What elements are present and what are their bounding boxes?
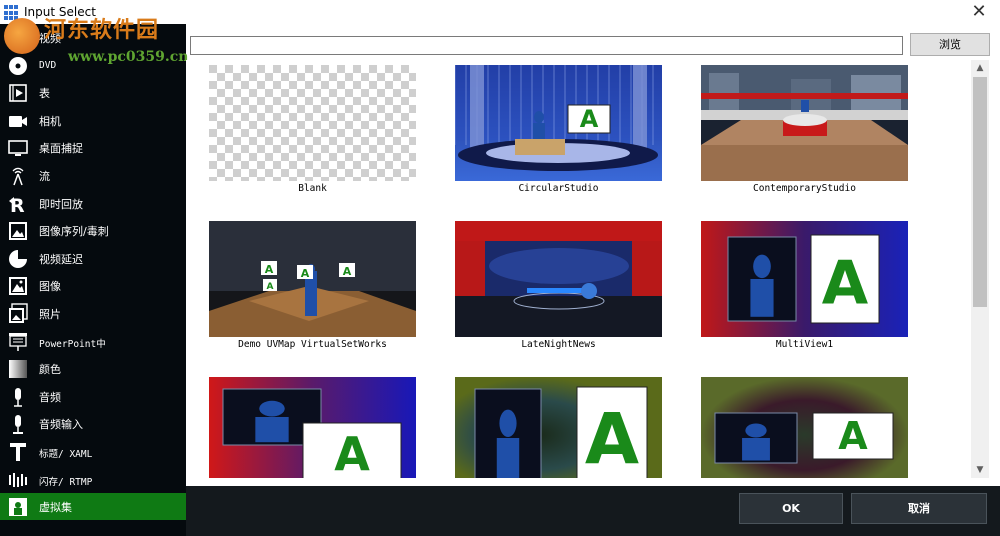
sidebar-item-label: PowerPoint中 bbox=[39, 338, 106, 350]
sidebar-item[interactable]: 图像 bbox=[0, 272, 186, 299]
microphone-input-icon bbox=[7, 413, 29, 435]
sidebar-item-label: 视频延迟 bbox=[39, 252, 83, 266]
sidebar-item-label: DVD bbox=[39, 59, 57, 71]
photos-icon bbox=[7, 303, 29, 325]
ok-button[interactable]: OK bbox=[739, 493, 843, 524]
dialog-footer: OK 取消 bbox=[186, 486, 1000, 536]
sidebar-item-label: 颜色 bbox=[39, 363, 61, 377]
virtual-set-label: Blank bbox=[298, 183, 327, 194]
svg-text:A: A bbox=[838, 414, 868, 458]
dvd-icon bbox=[7, 55, 29, 77]
svg-text:A: A bbox=[301, 267, 310, 280]
sidebar-item-label: 桌面捕捉 bbox=[39, 142, 83, 156]
virtual-set-label: LateNightNews bbox=[521, 339, 596, 350]
color-gradient-icon bbox=[7, 358, 29, 380]
sidebar-item[interactable]: 照片 bbox=[0, 300, 186, 327]
sidebar-item[interactable]: 音频 bbox=[0, 383, 186, 410]
svg-text:A: A bbox=[334, 427, 370, 478]
sidebar-item[interactable]: 相机 bbox=[0, 107, 186, 134]
virtual-set-thumbnail: A bbox=[209, 377, 416, 478]
virtual-set-thumbnail: A bbox=[455, 377, 662, 478]
sidebar-item[interactable]: 颜色 bbox=[0, 355, 186, 382]
stream-antenna-icon bbox=[7, 165, 29, 187]
close-button[interactable]: ✕ bbox=[968, 2, 990, 24]
watermark-url: www.pc0359.cn bbox=[68, 49, 189, 65]
cancel-button[interactable]: 取消 bbox=[851, 493, 987, 524]
virtual-set-tile[interactable]: A MultiView1 bbox=[701, 221, 908, 350]
presentation-icon bbox=[7, 331, 29, 353]
sidebar-item[interactable]: 音频输入 bbox=[0, 410, 186, 437]
sidebar-item[interactable]: 桌面捕捉 bbox=[0, 134, 186, 161]
camera-icon bbox=[7, 110, 29, 132]
virtual-set-tile[interactable]: A A A A Demo UVMap VirtualSetWorks bbox=[209, 221, 416, 350]
svg-text:A: A bbox=[822, 249, 869, 319]
list-play-icon bbox=[7, 82, 29, 104]
sidebar-item[interactable]: PowerPoint中 bbox=[0, 328, 186, 355]
virtual-set-tile[interactable]: A bbox=[209, 377, 416, 478]
image-icon bbox=[7, 275, 29, 297]
title-text-icon bbox=[7, 441, 29, 463]
clock-delay-icon bbox=[7, 248, 29, 270]
virtual-set-tile[interactable]: A CircularStudio bbox=[455, 65, 662, 194]
virtual-set-thumbnail bbox=[455, 221, 662, 337]
scroll-thumb[interactable] bbox=[973, 77, 987, 307]
virtual-set-thumbnail: A bbox=[455, 65, 662, 181]
scroll-up-arrow-icon[interactable]: ▲ bbox=[971, 60, 989, 76]
sidebar-item-label: 音频 bbox=[39, 390, 61, 404]
svg-text:A: A bbox=[267, 282, 274, 292]
flash-rtmp-icon bbox=[7, 469, 29, 491]
input-type-sidebar: 视频 DVD 表相机 桌面捕捉流 R 即时回放 图像序列/毒刺 视频延迟 图像 照片 PowerPo… bbox=[0, 24, 186, 536]
sidebar-item-label: 相机 bbox=[39, 114, 61, 128]
virtual-set-thumbnail bbox=[209, 65, 416, 181]
monitor-icon bbox=[7, 137, 29, 159]
sidebar-item-label: 标题/ XAML bbox=[39, 449, 93, 460]
sidebar-item[interactable]: 表 bbox=[0, 79, 186, 106]
sidebar-item-label: 闪存/ RTMP bbox=[39, 476, 93, 488]
sidebar-item-label: 音频输入 bbox=[39, 418, 83, 432]
svg-text:A: A bbox=[343, 265, 352, 278]
virtual-set-thumbnail: AAAA bbox=[209, 221, 416, 337]
replay-icon: R bbox=[7, 193, 29, 217]
virtual-set-gallery: Blank A CircularStudio ContemporaryStudio A A… bbox=[186, 60, 990, 478]
sidebar-item[interactable]: 虚拟集 bbox=[0, 493, 186, 521]
scroll-down-arrow-icon[interactable]: ▼ bbox=[971, 462, 989, 478]
virtual-set-tile[interactable]: LateNightNews bbox=[455, 221, 662, 350]
sidebar-item[interactable]: R 即时回放 bbox=[0, 190, 186, 217]
virtual-set-thumbnail: A bbox=[701, 221, 908, 337]
virtual-set-label: CircularStudio bbox=[518, 183, 599, 194]
watermark-title: 河东软件园 bbox=[44, 17, 160, 43]
virtual-set-label: Demo UVMap VirtualSetWorks bbox=[238, 339, 387, 350]
sidebar-item-label: 照片 bbox=[39, 308, 61, 321]
sidebar-item-label: 流 bbox=[39, 170, 50, 183]
path-input[interactable] bbox=[190, 36, 903, 55]
svg-text:A: A bbox=[265, 263, 274, 276]
virtual-set-tile[interactable]: A bbox=[701, 377, 908, 478]
sidebar-item[interactable]: 流 bbox=[0, 162, 186, 189]
virtual-set-label: MultiView1 bbox=[775, 339, 834, 350]
svg-text:A: A bbox=[580, 105, 599, 133]
sidebar-item[interactable]: 闪存/ RTMP bbox=[0, 466, 186, 493]
browse-button[interactable]: 浏览 bbox=[910, 33, 990, 56]
sidebar-item-label: 即时回放 bbox=[39, 197, 83, 211]
sidebar-item-label: 图像序列/毒刺 bbox=[39, 225, 109, 239]
sidebar-item[interactable]: 标题/ XAML bbox=[0, 438, 186, 465]
virtual-set-label: ContemporaryStudio bbox=[753, 183, 856, 194]
sidebar-item-label: 虚拟集 bbox=[39, 501, 72, 515]
virtual-set-icon bbox=[7, 496, 29, 518]
virtual-set-thumbnail: A bbox=[701, 377, 908, 478]
watermark-logo-icon bbox=[4, 18, 40, 54]
virtual-set-tile[interactable]: Blank bbox=[209, 65, 416, 194]
image-sequence-icon bbox=[7, 220, 29, 242]
virtual-set-tile[interactable]: A bbox=[455, 377, 662, 478]
sidebar-item-label: 图像 bbox=[39, 280, 61, 294]
virtual-set-tile[interactable]: ContemporaryStudio bbox=[701, 65, 908, 194]
gallery-scrollbar[interactable]: ▲ ▼ bbox=[971, 60, 989, 478]
svg-text:A: A bbox=[585, 398, 639, 478]
microphone-icon bbox=[7, 386, 29, 408]
virtual-set-thumbnail bbox=[701, 65, 908, 181]
sidebar-item-label: 表 bbox=[39, 87, 50, 101]
sidebar-item[interactable]: 视频延迟 bbox=[0, 245, 186, 272]
sidebar-item[interactable]: 图像序列/毒刺 bbox=[0, 217, 186, 244]
svg-text:R: R bbox=[10, 195, 25, 215]
